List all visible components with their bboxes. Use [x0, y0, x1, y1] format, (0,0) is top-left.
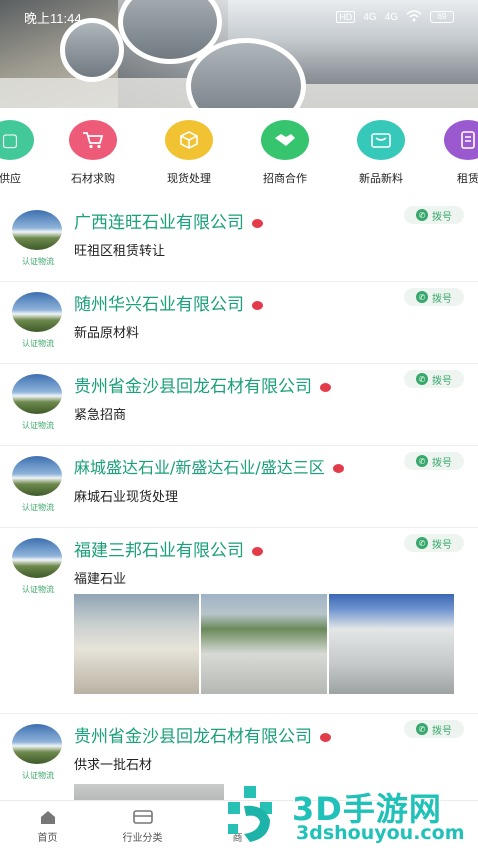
- dial-button[interactable]: ✆ 拨号: [404, 452, 464, 470]
- watermark-url: 3dshouyou.com: [296, 822, 465, 844]
- avatar: [12, 456, 62, 496]
- category-cooperation[interactable]: 招商合作: [245, 120, 325, 186]
- avatar: [12, 724, 62, 764]
- box-icon: [165, 120, 213, 160]
- verified-label: 认证物流: [22, 257, 54, 266]
- status-time: 晚上11:44: [24, 10, 82, 26]
- verified-label: 认证物流: [22, 339, 54, 348]
- dial-button[interactable]: ✆ 拨号: [404, 370, 464, 388]
- phone-icon: ✆: [416, 373, 428, 385]
- dial-button[interactable]: ✆ 拨号: [404, 534, 464, 552]
- signal-icon: 4G: [384, 11, 398, 23]
- list-item[interactable]: 认证物流 随州华兴石业有限公司 新品原材料 ✆ 拨号: [0, 282, 478, 364]
- status-icons: HD 4G 4G 69: [336, 9, 454, 25]
- hd-icon: HD: [336, 11, 356, 23]
- list-item[interactable]: 认证物流 贵州省金沙县回龙石材有限公司 紧急招商 ✆ 拨号: [0, 364, 478, 446]
- new-item-icon: [357, 120, 405, 160]
- category-row: ▢ 供应 石材求购 现货处理 招商合作 新品新料 租赁: [0, 120, 478, 192]
- phone-icon: ✆: [416, 537, 428, 549]
- company-name: 麻城盛达石业/新盛达石业/盛达三区: [74, 454, 344, 478]
- post-summary: 紧急招商: [74, 408, 127, 423]
- post-summary: 供求一批石材: [74, 758, 153, 773]
- avatar: [12, 210, 62, 250]
- category-new-materials[interactable]: 新品新料: [341, 120, 421, 186]
- post-summary: 旺祖区租赁转让: [74, 244, 166, 259]
- home-icon: [0, 809, 95, 829]
- post-summary: 麻城石业现货处理: [74, 490, 179, 505]
- lease-icon: [444, 120, 478, 160]
- banner-carousel[interactable]: 晚上11:44 HD 4G 4G 69: [0, 0, 478, 108]
- dial-button[interactable]: ✆ 拨号: [404, 288, 464, 306]
- battery-icon: 69: [430, 11, 454, 23]
- supply-icon: ▢: [0, 120, 34, 160]
- dial-button[interactable]: ✆ 拨号: [404, 206, 464, 224]
- status-dot-icon: [320, 732, 331, 742]
- company-name: 广西连旺石业有限公司: [74, 208, 263, 233]
- signal-icon: 4G: [363, 11, 377, 23]
- phone-icon: ✆: [416, 291, 428, 303]
- verified-label: 认证物流: [22, 421, 54, 430]
- handshake-icon: [261, 120, 309, 160]
- list-item[interactable]: 认证物流 福建三邦石业有限公司 福建石业 ✆ 拨号: [0, 528, 478, 714]
- company-name: 福建三邦石业有限公司: [74, 536, 263, 561]
- phone-icon: ✆: [416, 455, 428, 467]
- app-screen: 晚上11:44 HD 4G 4G 69 ▢ 供应 石材求购 现货处理 招商合作 …: [0, 0, 478, 850]
- photo-stone-stacks[interactable]: [74, 594, 200, 694]
- avatar: [12, 292, 62, 332]
- category-purchase[interactable]: 石材求购: [53, 120, 133, 186]
- category-icon: [95, 809, 190, 829]
- avatar: [12, 538, 62, 578]
- category-lease[interactable]: 租赁: [428, 120, 478, 186]
- category-supply[interactable]: ▢ 供应: [0, 120, 50, 186]
- nav-home[interactable]: 首页: [0, 801, 95, 850]
- photo-stone-yard[interactable]: [201, 594, 327, 694]
- company-name: 随州华兴石业有限公司: [74, 290, 263, 315]
- dial-button[interactable]: ✆ 拨号: [404, 720, 464, 738]
- phone-icon: ✆: [416, 209, 428, 221]
- avatar: [12, 374, 62, 414]
- company-name: 贵州省金沙县回龙石材有限公司: [74, 722, 331, 747]
- list-item[interactable]: 认证物流 麻城盛达石业/新盛达石业/盛达三区 麻城石业现货处理 ✆ 拨号: [0, 446, 478, 528]
- post-summary: 新品原材料: [74, 326, 140, 341]
- banner-slab: [0, 78, 200, 108]
- phone-icon: ✆: [416, 723, 428, 735]
- category-spot-goods[interactable]: 现货处理: [149, 120, 229, 186]
- status-dot-icon: [252, 300, 263, 310]
- post-summary: 福建石业: [74, 572, 127, 587]
- status-dot-icon: [252, 218, 263, 228]
- cart-icon: [69, 120, 117, 160]
- status-bar: 晚上11:44 HD 4G 4G 69: [0, 0, 478, 34]
- watermark-logo-icon: [228, 786, 272, 842]
- watermark: 3D手游网 3dshouyou.com: [222, 782, 478, 850]
- status-dot-icon: [320, 382, 331, 392]
- list-item[interactable]: 认证物流 广西连旺石业有限公司 旺祖区租赁转让 ✆ 拨号: [0, 200, 478, 282]
- status-dot-icon: [252, 546, 263, 556]
- nav-category[interactable]: 行业分类: [95, 801, 190, 850]
- verified-label: 认证物流: [22, 771, 54, 780]
- verified-label: 认证物流: [22, 585, 54, 594]
- wifi-icon: [406, 9, 422, 25]
- status-dot-icon: [332, 464, 344, 473]
- photo-gallery: [74, 594, 454, 694]
- company-name: 贵州省金沙县回龙石材有限公司: [74, 372, 331, 397]
- verified-label: 认证物流: [22, 503, 54, 512]
- photo-stone-blocks[interactable]: [328, 594, 454, 694]
